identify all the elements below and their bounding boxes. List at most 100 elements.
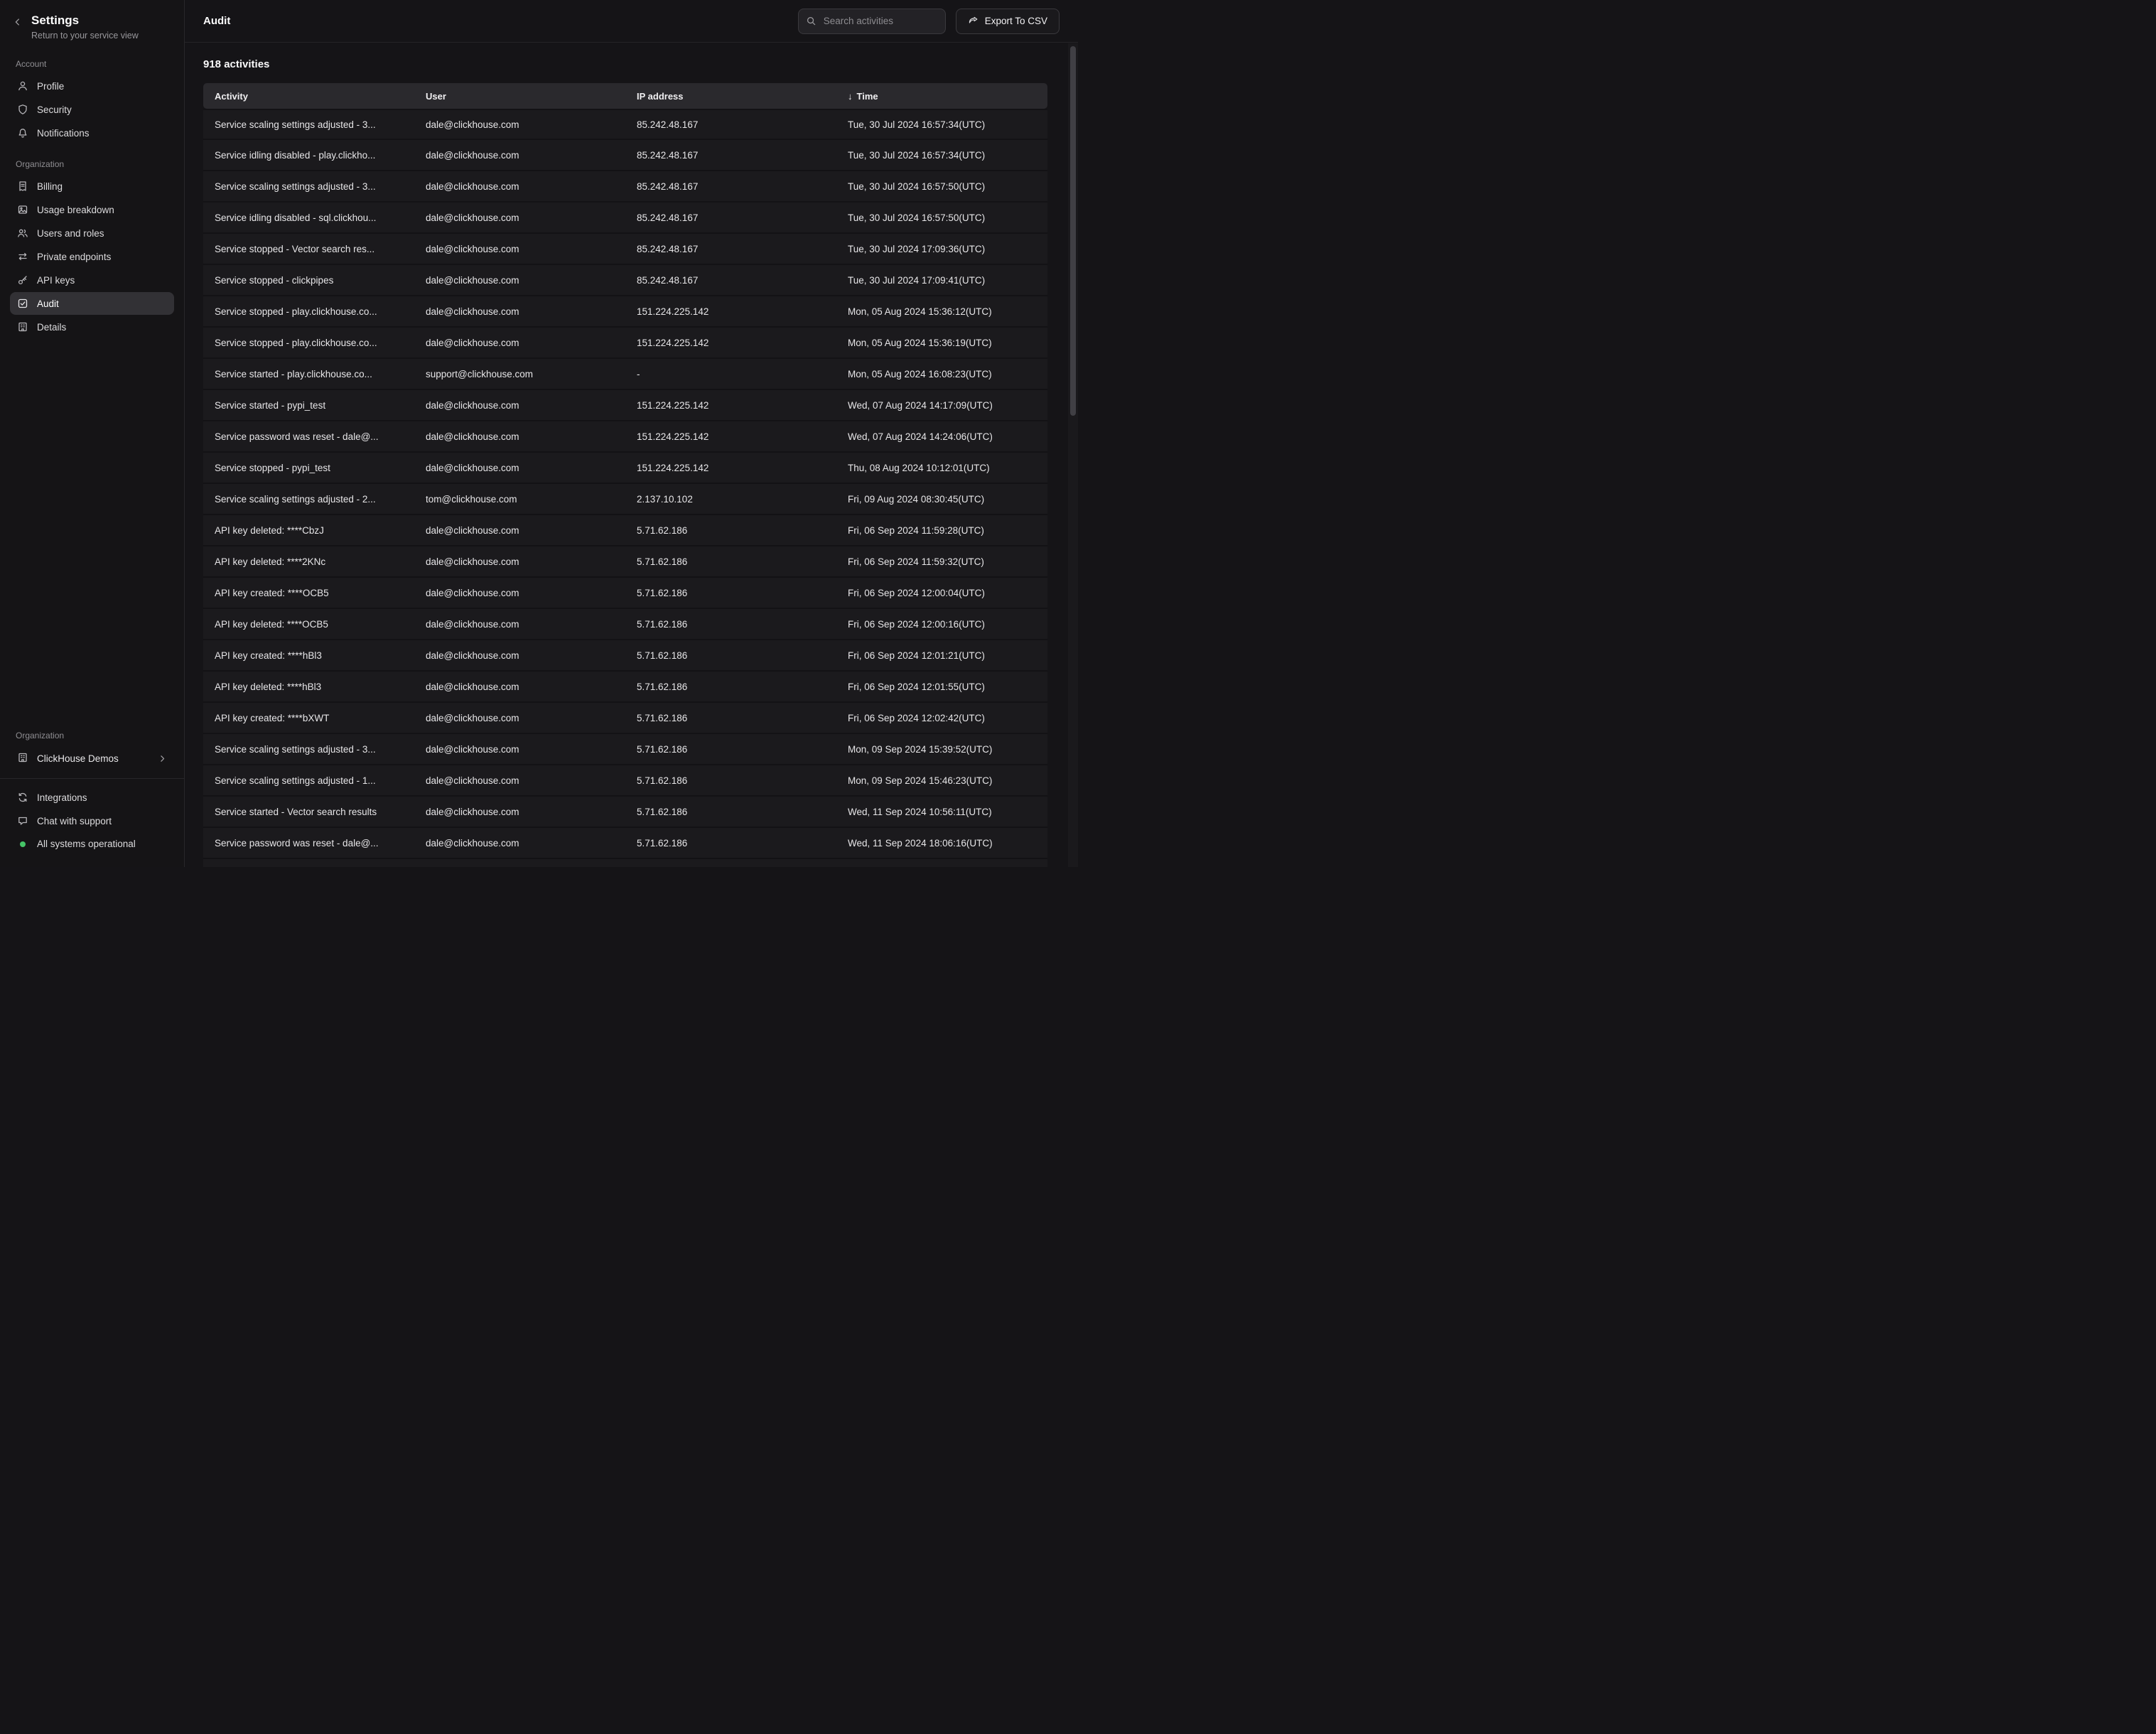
vertical-scrollbar-thumb[interactable] (1070, 46, 1076, 416)
table-row[interactable]: API key created: ****hBl3dale@clickhouse… (203, 640, 1047, 672)
audit-table: Activity User IP address ↓Time Service s… (203, 83, 1047, 867)
sidebar-item-label: Details (37, 322, 66, 333)
cell-ip-address: 5.71.62.186 (625, 828, 836, 859)
export-csv-button[interactable]: Export To CSV (956, 9, 1060, 34)
table-row[interactable]: API key created: ****OCB5dale@clickhouse… (203, 578, 1047, 609)
sidebar-spacer (0, 339, 184, 716)
table-row[interactable]: API key deleted: ****OCB5dale@clickhouse… (203, 609, 1047, 640)
cell-time: Tue, 30 Jul 2024 16:57:34(UTC) (836, 109, 1047, 140)
table-row[interactable]: Service scaling settings adjusted - 3...… (203, 171, 1047, 203)
sidebar-item-label: API keys (37, 275, 75, 286)
column-header-activity[interactable]: Activity (203, 83, 414, 109)
cell-ip-address: 85.242.48.167 (625, 140, 836, 171)
sidebar-item-details[interactable]: Details (10, 316, 174, 338)
table-row[interactable]: Service idling disabled - sql.clickhou..… (203, 203, 1047, 234)
vertical-scrollbar-track[interactable] (1068, 43, 1078, 867)
table-row[interactable]: API key deleted: ****hBl3dale@clickhouse… (203, 672, 1047, 703)
cell-time: Fri, 06 Sep 2024 12:02:42(UTC) (836, 703, 1047, 734)
table-row[interactable]: Service started - play.clickhouse.co...s… (203, 359, 1047, 390)
cell-activity: Service scaling settings adjusted - 2... (203, 484, 414, 515)
cell-time: Fri, 06 Sep 2024 11:59:28(UTC) (836, 515, 1047, 546)
sidebar-item-chat-support[interactable]: Chat with support (10, 809, 174, 832)
sidebar-item-profile[interactable]: Profile (10, 75, 174, 97)
sidebar-item-users-and-roles[interactable]: Users and roles (10, 222, 174, 244)
account-section-label: Account (10, 45, 174, 75)
status-ok-dot (20, 841, 26, 847)
main-header: Audit Export To CSV (185, 0, 1078, 43)
sidebar-item-label: Chat with support (37, 816, 112, 826)
table-row[interactable]: Service started - Vector search resultsd… (203, 797, 1047, 828)
export-icon (968, 16, 979, 26)
sidebar-item-api-keys[interactable]: API keys (10, 269, 174, 291)
sidebar-item-label: All systems operational (37, 839, 136, 849)
table-row[interactable]: Service scaling settings adjusted - 3...… (203, 109, 1047, 140)
cell-user: dale@clickhouse.com (414, 328, 625, 359)
cell-user: dale@clickhouse.com (414, 672, 625, 703)
table-row[interactable]: Service idling disabled - play.clickho..… (203, 140, 1047, 171)
table-row[interactable]: API key deleted: ****CbzJdale@clickhouse… (203, 515, 1047, 546)
column-header-user[interactable]: User (414, 83, 625, 109)
users-icon (17, 227, 28, 239)
cell-user: dale@clickhouse.com (414, 421, 625, 453)
table-row[interactable]: API key created: ****bXWTdale@clickhouse… (203, 703, 1047, 734)
column-header-ip-address[interactable]: IP address (625, 83, 836, 109)
sidebar-item-notifications[interactable]: Notifications (10, 122, 174, 144)
table-row[interactable]: Service stopped - observability-demodale… (203, 859, 1047, 867)
cell-time: Wed, 11 Sep 2024 18:06:16(UTC) (836, 828, 1047, 859)
cell-time: Thu, 12 Sep 2024 08:42:44(UTC) (836, 859, 1047, 867)
cell-user: dale@clickhouse.com (414, 203, 625, 234)
settings-sidebar: Settings Return to your service view Acc… (0, 0, 185, 867)
sidebar-item-audit[interactable]: Audit (10, 292, 174, 315)
table-row[interactable]: Service scaling settings adjusted - 1...… (203, 765, 1047, 797)
cell-user: dale@clickhouse.com (414, 734, 625, 765)
audit-table-head: Activity User IP address ↓Time (203, 83, 1047, 109)
cell-time: Mon, 09 Sep 2024 15:46:23(UTC) (836, 765, 1047, 797)
table-row[interactable]: Service stopped - clickpipesdale@clickho… (203, 265, 1047, 296)
table-row[interactable]: Service stopped - play.clickhouse.co...d… (203, 328, 1047, 359)
table-row[interactable]: Service started - pypi_testdale@clickhou… (203, 390, 1047, 421)
sidebar-item-label: Audit (37, 298, 59, 309)
cell-time: Tue, 30 Jul 2024 16:57:34(UTC) (836, 140, 1047, 171)
cell-time: Fri, 06 Sep 2024 12:00:04(UTC) (836, 578, 1047, 609)
table-row[interactable]: Service password was reset - dale@...dal… (203, 421, 1047, 453)
cell-ip-address: 151.224.225.142 (625, 390, 836, 421)
search-input[interactable] (822, 15, 938, 27)
table-row[interactable]: Service scaling settings adjusted - 2...… (203, 484, 1047, 515)
cell-time: Mon, 05 Aug 2024 15:36:12(UTC) (836, 296, 1047, 328)
cell-activity: Service idling disabled - play.clickho..… (203, 140, 414, 171)
sidebar-item-system-status[interactable]: All systems operational (10, 833, 174, 855)
back-button[interactable] (10, 15, 26, 31)
audit-check-icon (17, 298, 28, 309)
receipt-icon (17, 181, 28, 192)
integrations-icon (17, 792, 28, 803)
sidebar-item-usage-breakdown[interactable]: Usage breakdown (10, 198, 174, 221)
cell-user: dale@clickhouse.com (414, 109, 625, 140)
sidebar-item-security[interactable]: Security (10, 98, 174, 121)
chevron-left-icon (13, 17, 23, 29)
audit-table-body: Service scaling settings adjusted - 3...… (203, 109, 1047, 867)
table-row[interactable]: Service scaling settings adjusted - 3...… (203, 734, 1047, 765)
cell-user: dale@clickhouse.com (414, 828, 625, 859)
cell-activity: Service scaling settings adjusted - 3... (203, 734, 414, 765)
sidebar-item-private-endpoints[interactable]: Private endpoints (10, 245, 174, 268)
cell-user: support@clickhouse.com (414, 359, 625, 390)
table-row[interactable]: Service stopped - Vector search res...da… (203, 234, 1047, 265)
cell-ip-address: 5.71.62.186 (625, 515, 836, 546)
page-title: Audit (203, 15, 230, 27)
table-row[interactable]: API key deleted: ****2KNcdale@clickhouse… (203, 546, 1047, 578)
table-row[interactable]: Service stopped - play.clickhouse.co...d… (203, 296, 1047, 328)
cell-time: Tue, 30 Jul 2024 17:09:41(UTC) (836, 265, 1047, 296)
sidebar-item-label: Integrations (37, 792, 87, 803)
sidebar-item-billing[interactable]: Billing (10, 175, 174, 198)
cell-user: tom@clickhouse.com (414, 484, 625, 515)
column-header-time[interactable]: ↓Time (836, 83, 1047, 109)
cell-ip-address: 151.224.225.142 (625, 421, 836, 453)
user-icon (17, 80, 28, 92)
org-switcher[interactable]: ClickHouse Demos (10, 746, 174, 771)
table-row[interactable]: Service stopped - pypi_testdale@clickhou… (203, 453, 1047, 484)
cell-time: Mon, 05 Aug 2024 15:36:19(UTC) (836, 328, 1047, 359)
cell-user: dale@clickhouse.com (414, 765, 625, 797)
cell-time: Wed, 07 Aug 2024 14:24:06(UTC) (836, 421, 1047, 453)
table-row[interactable]: Service password was reset - dale@...dal… (203, 828, 1047, 859)
sidebar-item-integrations[interactable]: Integrations (10, 786, 174, 809)
